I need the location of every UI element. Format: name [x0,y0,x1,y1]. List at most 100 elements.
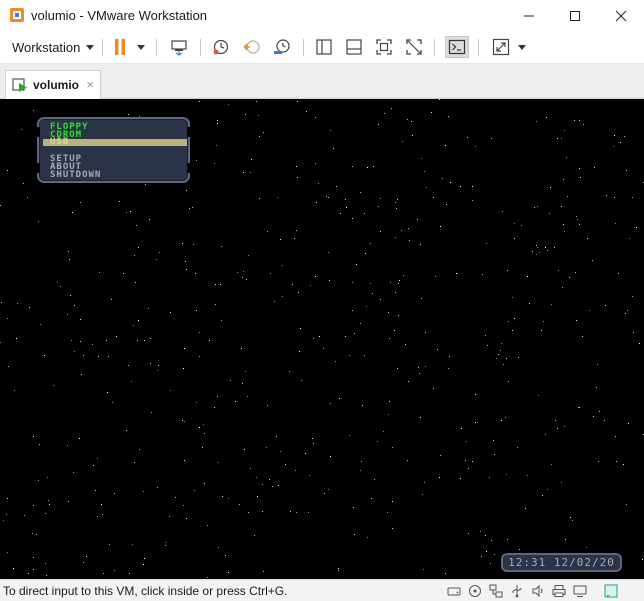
library-icon [316,39,332,55]
sound-icon[interactable] [530,583,546,599]
star [74,351,75,352]
star [437,349,438,350]
star [450,182,451,183]
tab-volumio[interactable]: volumio × [5,70,101,99]
printer-icon[interactable] [551,583,567,599]
pause-button[interactable] [108,36,132,58]
star [606,195,607,196]
star [565,539,566,540]
star [485,335,486,336]
star [309,475,310,476]
star [194,490,195,491]
star [579,224,580,225]
star [557,428,558,429]
star [289,371,290,372]
minimize-icon [524,15,534,16]
star [338,568,339,569]
star [266,447,267,448]
star [276,436,277,437]
star [14,390,15,391]
star [165,545,166,546]
star [49,504,50,505]
star [248,255,249,256]
star [67,445,68,446]
unity-button[interactable] [402,36,426,58]
send-ctrl-alt-del-button[interactable] [167,36,191,58]
star [446,204,447,205]
star [360,192,361,193]
star [38,480,39,481]
star [394,330,395,331]
hard-disk-icon[interactable] [446,583,462,599]
close-button[interactable] [598,0,644,31]
star [417,219,418,220]
snapshot-manager-button[interactable] [270,36,294,58]
star [360,470,361,471]
maximize-button[interactable] [552,0,598,31]
title-bar[interactable]: volumio - VMware Workstation [0,0,644,31]
star [29,307,30,308]
star [403,275,404,276]
star [315,163,316,164]
boot-item-usb[interactable]: USB [43,138,187,147]
star [48,500,49,501]
star [33,436,34,437]
revert-snapshot-button[interactable] [240,36,264,58]
star [542,495,543,496]
star [629,238,630,239]
boot-item-shutdown[interactable]: SHUTDOWN [50,171,101,180]
show-thumbnail-bar-button[interactable] [342,36,366,58]
star [475,394,476,395]
star [71,340,72,341]
network-icon[interactable] [488,583,504,599]
star [216,145,217,146]
display-icon[interactable] [572,583,588,599]
boot-menu: FLOPPY CDROM USB SETUP ABOUT SHUTDOWN [37,117,190,183]
star [102,514,103,515]
star [614,197,615,198]
star [47,477,48,478]
star [6,514,7,515]
star [257,496,258,497]
message-icon[interactable] [603,583,619,599]
tab-close-icon[interactable]: × [86,78,94,91]
star [57,282,58,283]
star [519,549,520,550]
star [300,328,301,329]
star [144,340,145,341]
star [490,563,491,564]
toolbar-separator [156,39,157,56]
star [505,417,506,418]
show-library-button[interactable] [312,36,336,58]
star [409,240,410,241]
tab-label: volumio [33,78,80,92]
star [45,513,46,514]
window-title: volumio - VMware Workstation [31,8,208,23]
star [1,302,2,303]
star [38,221,39,222]
full-screen-button[interactable] [372,36,396,58]
star [367,537,368,538]
vm-console[interactable]: FLOPPY CDROM USB SETUP ABOUT SHUTDOWN 12… [0,99,644,579]
stretch-guest-button[interactable] [489,36,513,58]
star [518,357,519,358]
star [133,325,134,326]
star [425,332,426,333]
take-snapshot-button[interactable] [209,36,233,58]
star [114,570,115,571]
star [157,370,158,371]
star [99,272,100,273]
star [345,336,346,337]
usb-icon[interactable] [509,583,525,599]
star [529,303,530,304]
star [407,119,408,120]
minimize-button[interactable] [506,0,552,31]
cd-icon[interactable] [467,583,483,599]
star [27,197,28,198]
star [150,363,151,364]
console-view-button[interactable] [445,36,469,58]
star [294,238,295,239]
workstation-menu[interactable]: Workstation [6,36,100,58]
power-dropdown-icon[interactable] [137,45,145,50]
stretch-dropdown-icon[interactable] [518,45,526,50]
